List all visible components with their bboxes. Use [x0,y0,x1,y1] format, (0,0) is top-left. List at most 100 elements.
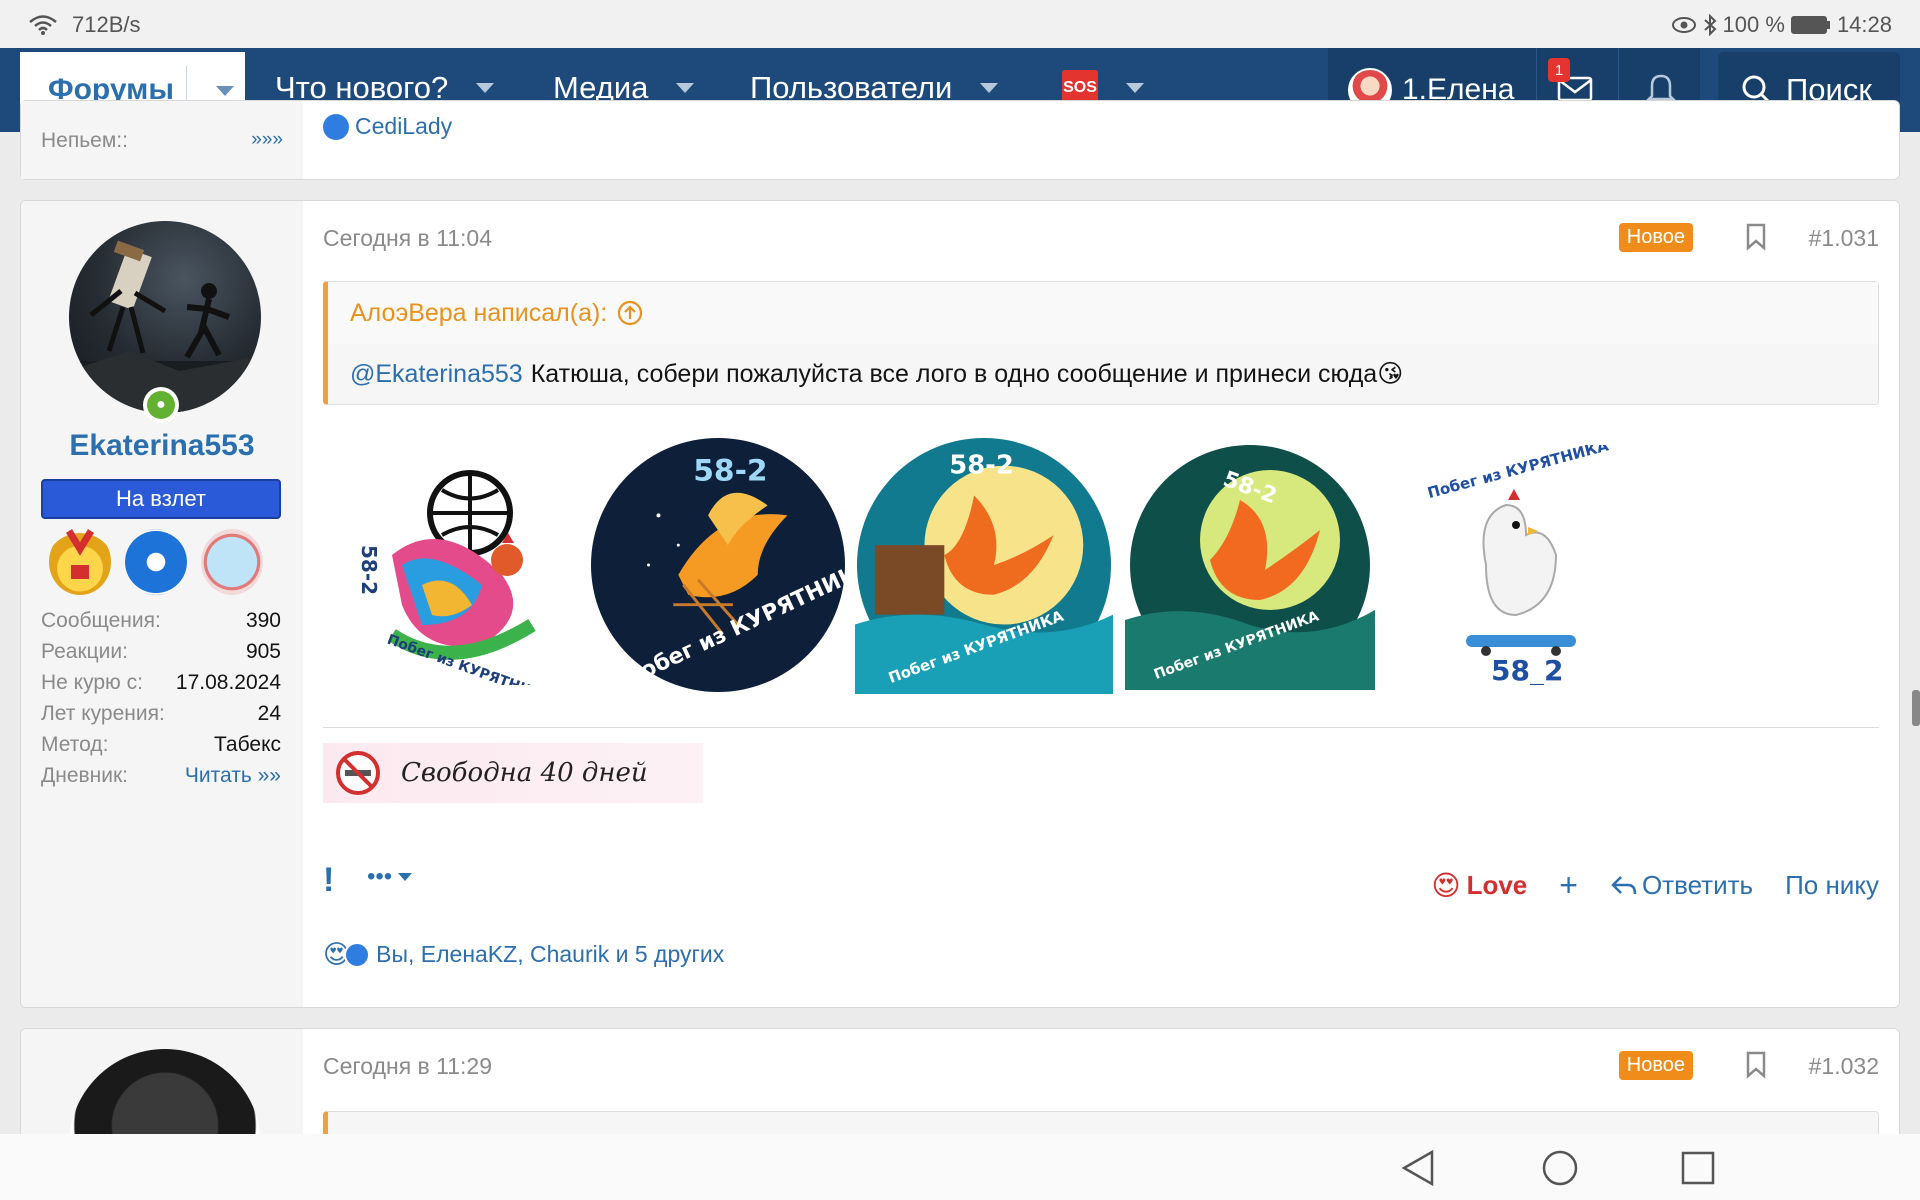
android-status-bar: 712B/s 100 % 14:28 [0,0,1920,48]
logo-dove-night: 58-2 Побег из КУРЯТНИКА [590,437,847,693]
diary-link[interactable]: Читать »» [185,764,281,795]
user-mention[interactable]: @Ekaterina553 [350,360,523,389]
stat-label: Не курю с: [41,671,143,694]
logo-text: Побег из КУРЯТНИКА [1425,445,1610,502]
character-trophy-icon[interactable] [201,529,263,595]
medal-trophy-icon[interactable] [49,529,111,595]
forum-post: ● Ekaterina553 На взлет Сообщения: 390 Ре… [20,200,1900,1008]
logo-text: 58-2 [949,451,1014,481]
logo-globe-rooster: 58-2 Побег из КУРЯТНИКА [357,470,554,685]
chevron-down-icon[interactable] [1126,83,1144,93]
inbox-count-badge: 1 [1548,58,1570,82]
stat-row-smoking-years: Лет курения: 24 [41,702,281,733]
stat-value: Табекс [214,733,281,756]
logo-text: 58-2 [357,545,381,595]
chevron-down-icon[interactable] [676,83,695,93]
post-action-buttons: 😍 Love + Ответить По нику [1431,867,1879,904]
like-reaction-icon [323,113,349,140]
author-username[interactable]: Ekaterina553 [21,429,303,463]
stat-label: Дневник: [41,764,129,787]
reply-button[interactable]: Ответить [1610,870,1753,901]
wifi-icon [29,15,57,35]
love-label: Love [1466,870,1528,900]
reaction-summary[interactable]: 😍 Вы, ЕленаKZ, Chaurik и 5 других [323,939,724,970]
medal-icon [66,529,94,579]
logo-text: 58-2 [693,454,767,489]
logo-image-1[interactable]: 58-2 Побег из КУРЯТНИКА [323,435,581,695]
more-options-button[interactable]: ••• [367,863,413,891]
signature-divider [323,727,1879,728]
no-smoking-icon [336,751,380,795]
clock: 14:28 [1836,12,1892,37]
arrow-up-circle-icon[interactable] [617,300,643,326]
stat-value: 24 [257,702,281,725]
logo-image-4[interactable]: 58-2 Побег из КУРЯТНИКА [1121,435,1379,695]
stat-label: Сообщения: [41,609,161,632]
reaction-summary[interactable]: СеdiLady [323,113,452,140]
stat-label: Лет курения: [41,702,165,725]
add-multiquote-button[interactable]: + [1559,867,1578,904]
signature-banner: Свободна 40 дней [323,743,703,803]
graduation-cap-trophy-icon[interactable] [125,529,187,595]
logo-phoenix-green: 58-2 Побег из КУРЯТНИКА [1125,445,1375,690]
post-number[interactable]: #1.032 [1809,1053,1879,1080]
logo-gallery: 58-2 Побег из КУРЯТНИКА 58-2 Побег из КУ… [323,435,1645,695]
logo-image-3[interactable]: 58-2 Побег из КУРЯТНИКА [855,435,1113,695]
report-button[interactable]: ! [323,861,334,900]
more-icon: ••• [367,863,393,890]
logo-image-5[interactable]: Побег из КУРЯТНИКА 58_2 [1387,435,1645,695]
bookmark-icon [1746,223,1766,251]
like-reaction-icon [344,941,371,968]
stat-value: 390 [245,609,281,632]
bookmark-icon [1746,1051,1766,1079]
logo-image-2[interactable]: 58-2 Побег из КУРЯТНИКА [589,435,847,695]
stat-row-messages: Сообщения: 390 [41,609,281,640]
avatar-image [69,240,261,413]
user-stats: Сообщения: 390 Реакции: 905 Не курю с: 17.0… [41,609,281,795]
heart-eyes-icon: 😍 [1431,870,1461,901]
reply-icon [1611,875,1637,894]
stat-row-diary: Дневник: Читать »» [41,764,281,795]
chevron-down-icon [398,873,413,881]
chevron-down-icon[interactable] [980,83,999,93]
trophy-list [49,529,263,595]
post-actions: ! ••• 😍 Love + Ответить По нику [323,861,1879,907]
stat-row-method: Метод: Табекс [41,733,281,764]
recents-icon[interactable] [1680,1148,1716,1188]
logo-phoenix-sun: 58-2 Побег из КУРЯТНИКА [855,437,1113,694]
eye-icon [1671,17,1696,33]
logo-text: 58_2 [1491,654,1563,685]
chevron-down-icon[interactable] [216,86,234,96]
stat-row-quit-date: Не курю с: 17.08.2024 [41,671,281,702]
quote-text: Катюша, собери пожалуйста все лого в одн… [530,360,1404,388]
battery-percent: 100 % [1722,12,1785,37]
online-status-indicator: ● [143,387,179,423]
home-icon[interactable] [1540,1148,1580,1188]
stat-label: Реакции: [41,640,128,663]
battery-icon [1790,16,1830,34]
user-field-link[interactable]: »»» [251,129,283,151]
quote-body: @Ekaterina553 Катюша, собери пожалуйста … [328,344,1878,404]
reaction-users: Вы, ЕленаKZ, Chaurik и 5 других [376,941,725,967]
user-field-label: Непьем:: [41,129,128,152]
bluetooth-icon [1703,14,1716,36]
post-date[interactable]: Сегодня в 11:04 [323,225,492,252]
back-icon[interactable] [1400,1148,1436,1188]
author-avatar[interactable] [69,221,261,413]
quote-author: АлоэВера написал(а): [350,298,608,327]
network-speed: 712B/s [72,12,141,37]
reply-label: Ответить [1641,870,1754,900]
post-number[interactable]: #1.031 [1809,225,1879,252]
post-date[interactable]: Сегодня в 11:29 [323,1053,492,1080]
bookmark-button[interactable] [1745,1051,1767,1084]
stat-label: Метод: [41,733,109,756]
chevron-down-icon[interactable] [476,83,495,93]
logo-rooster-skateboard: Побег из КУРЯТНИКА 58_2 [1425,445,1610,685]
android-navigation-bar [0,1134,1920,1200]
by-nick-button[interactable]: По нику [1785,870,1879,901]
bookmark-button[interactable] [1745,223,1767,256]
love-reaction-button[interactable]: 😍 Love [1431,869,1527,902]
quote-header[interactable]: АлоэВера написал(а): [328,282,1878,344]
stat-row-reactions: Реакции: 905 [41,640,281,671]
scrollbar-handle[interactable] [1912,690,1920,726]
